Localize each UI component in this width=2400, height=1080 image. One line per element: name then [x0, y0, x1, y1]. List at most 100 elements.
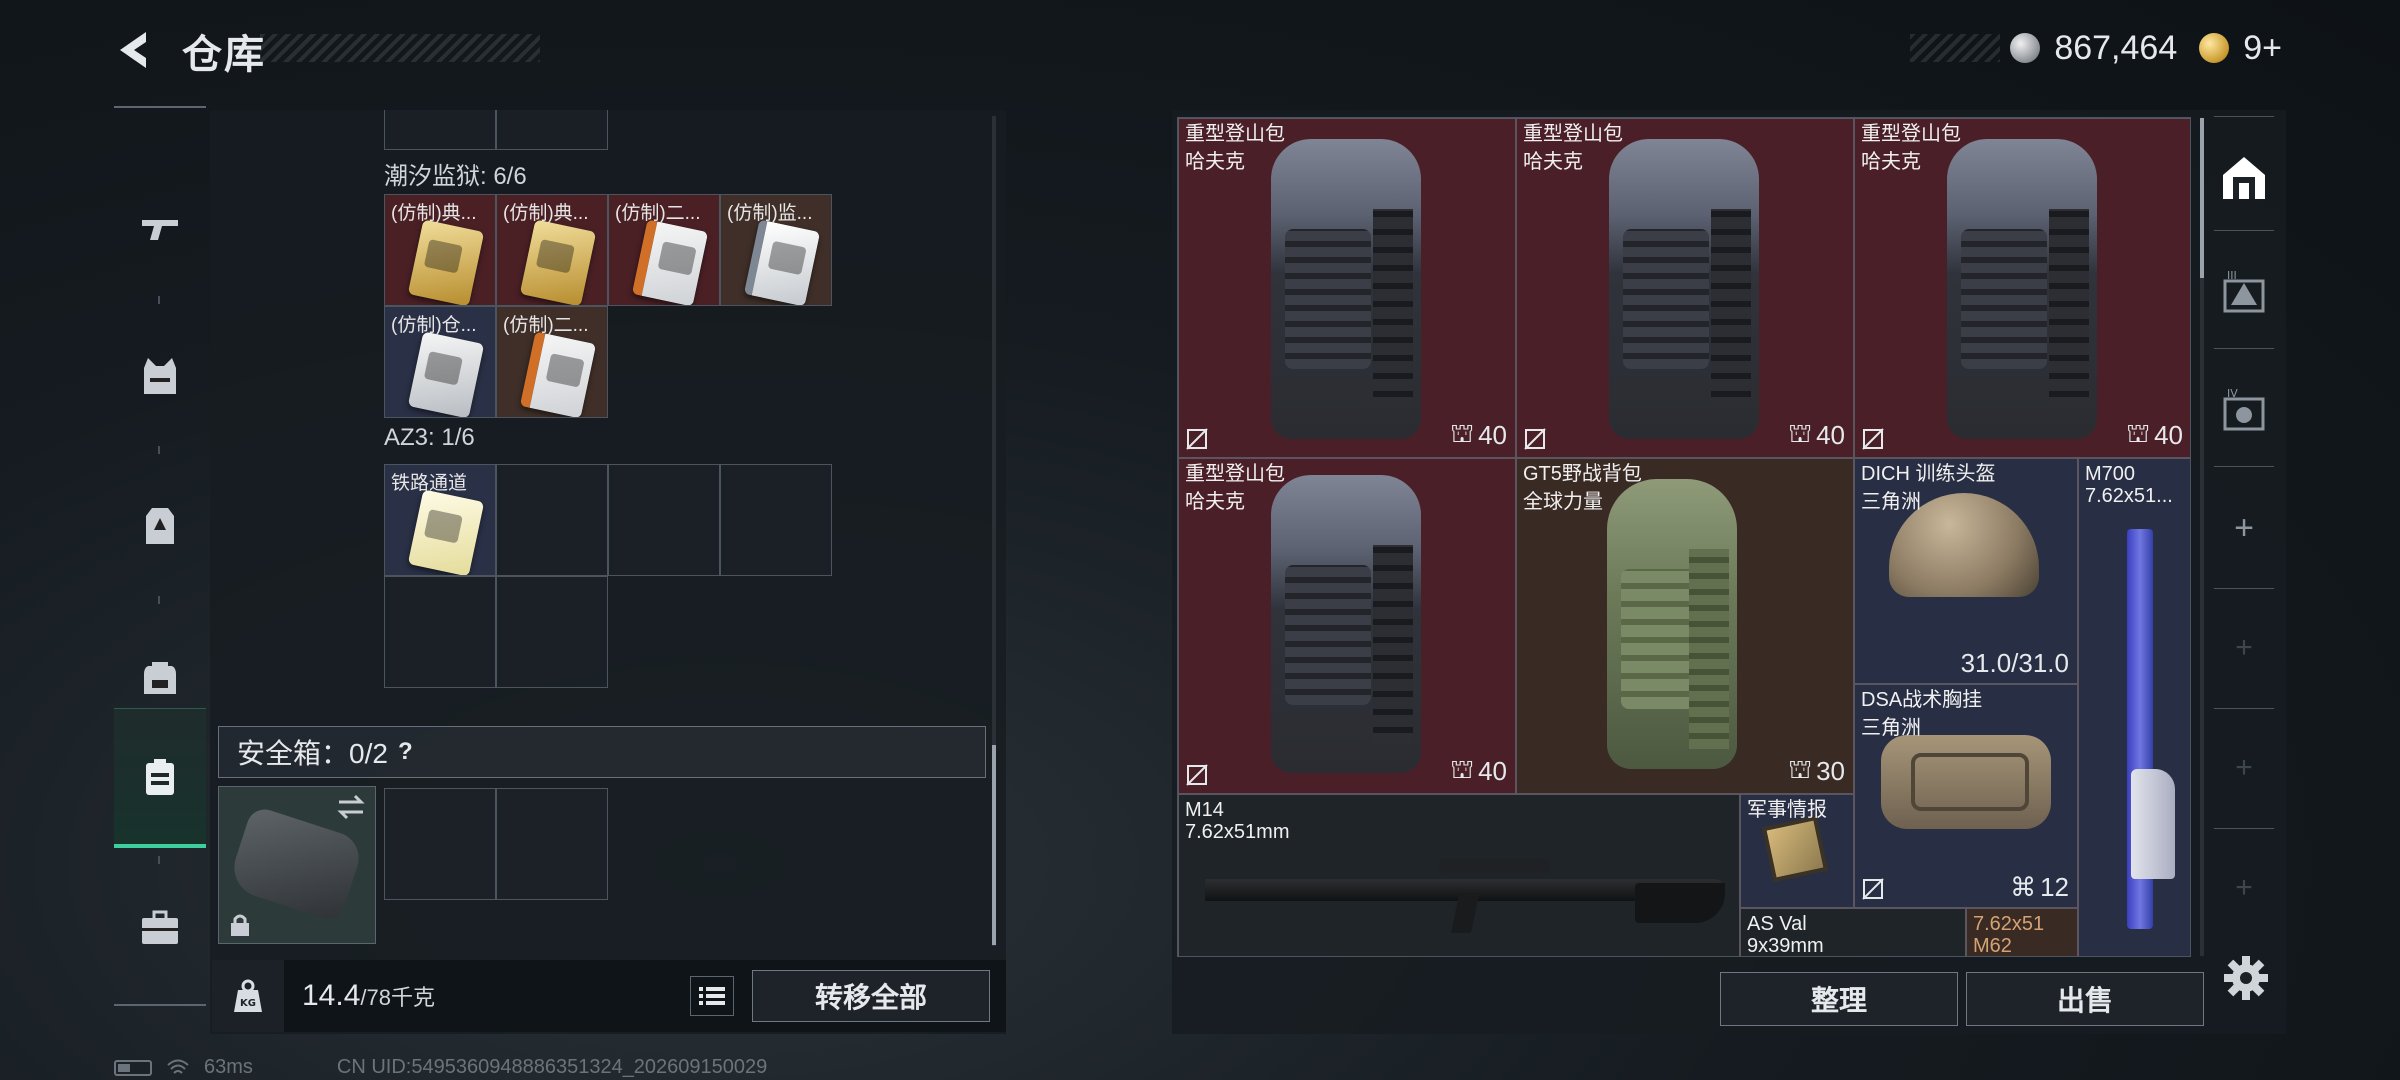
ping-value: 63ms — [204, 1056, 253, 1078]
weight-value: 14.4 — [302, 979, 361, 1012]
add-warehouse-button[interactable]: + — [2206, 468, 2282, 588]
capacity-icon: ⛫ — [1450, 754, 1475, 784]
no-trade-icon — [1186, 428, 1208, 450]
item-name: (仿制)二... — [503, 315, 589, 336]
scope-image — [1439, 859, 1549, 873]
backpack-image — [1271, 139, 1421, 439]
item-military-intel[interactable]: 军事情报 — [1740, 794, 1854, 908]
item-name: 铁路通道 — [391, 473, 468, 494]
transfer-all-button[interactable]: 转移全部 — [752, 970, 990, 1022]
rail-divider — [2214, 466, 2274, 467]
rail-divider — [2214, 116, 2274, 117]
key-card-slot[interactable]: (仿制)典... — [384, 194, 496, 306]
back-arrow-icon[interactable] — [112, 28, 156, 72]
rifle-image — [2127, 529, 2175, 929]
grid-slot — [384, 576, 496, 688]
armor-icon — [146, 508, 174, 544]
storage-rail: III IV + + + + — [2206, 108, 2282, 968]
capacity-badge: ⛫ 30 — [1788, 754, 1845, 789]
keycard-icon — [519, 219, 597, 305]
svg-text:KG: KG — [240, 998, 256, 1009]
rail-warehouse-main[interactable] — [2206, 118, 2282, 238]
sort-button[interactable]: 整理 — [1720, 972, 1958, 1026]
no-trade-icon — [1862, 428, 1884, 450]
nav-safebox[interactable] — [114, 708, 206, 848]
capacity-badge: ⌘ 12 — [2010, 872, 2069, 902]
capacity-icon: ⛫ — [2126, 418, 2151, 448]
rail-warehouse-3[interactable]: III — [2206, 232, 2282, 352]
list-view-button[interactable] — [690, 976, 734, 1016]
nav-bottom-line — [114, 1004, 206, 1006]
item-heavy-backpack[interactable]: 重型登山包 哈夫克 ⛫ 40 — [1178, 118, 1516, 458]
item-as-val[interactable]: AS Val 9x39mm — [1740, 908, 1966, 956]
grid-slot — [608, 464, 720, 576]
nav-armor[interactable] — [114, 456, 206, 596]
item-heavy-backpack[interactable]: 重型登山包 哈夫克 ⛫ 40 — [1854, 118, 2190, 458]
keycard-icon — [519, 331, 597, 417]
key-card-slot[interactable]: (仿制)二... — [608, 194, 720, 306]
nav-weapons[interactable] — [114, 158, 206, 298]
intel-image — [1761, 815, 1829, 883]
capacity-icon: ⛫ — [1788, 418, 1813, 448]
sell-button[interactable]: 出售 — [1966, 972, 2204, 1026]
battery-icon — [114, 1059, 152, 1076]
item-heavy-backpack[interactable]: 重型登山包 哈夫克 ⛫ 40 — [1178, 458, 1516, 794]
backpack-image — [1947, 139, 2097, 439]
safebox-icon — [146, 758, 174, 795]
swap-icon[interactable] — [335, 793, 367, 821]
item-m700-rifle[interactable]: M700 7.62x51... — [2078, 458, 2190, 956]
item-gt5-backpack[interactable]: GT5野战背包 全球力量 ⛫ 30 — [1516, 458, 1854, 794]
key-card-slot[interactable]: (仿制)监... — [720, 194, 832, 306]
item-m14-rifle[interactable]: M14 7.62x51mm — [1178, 794, 1740, 956]
no-trade-icon — [1186, 764, 1208, 786]
weight-bar: KG 14.4 /78千克 转移全部 — [212, 960, 1006, 1032]
keycard-icon — [407, 331, 485, 417]
weight-icon: KG — [234, 979, 262, 1012]
title-decoration — [260, 34, 540, 62]
item-name: (仿制)监... — [727, 203, 813, 224]
plus-icon: + — [2235, 631, 2253, 664]
weight-max: /78千克 — [360, 985, 435, 1010]
item-dich-helmet[interactable]: DICH 训练头盔 三角洲 31.0/31.0 — [1854, 458, 2078, 684]
lock-icon — [231, 914, 249, 936]
warehouse-4-icon: IV — [2223, 387, 2265, 431]
vest-capacity-icon: ⌘ — [2010, 872, 2037, 902]
safe-box-container[interactable] — [218, 786, 376, 944]
gear-icon[interactable] — [2220, 952, 2272, 1004]
vest-icon — [144, 358, 176, 394]
capacity-badge: ⛫ 40 — [1450, 418, 1507, 453]
item-heavy-backpack[interactable]: 重型登山包 哈夫克 ⛫ 40 — [1516, 118, 1854, 458]
nav-briefcase[interactable] — [114, 858, 206, 998]
rail-divider — [2214, 348, 2274, 349]
key-card-slot[interactable]: (仿制)二... — [496, 306, 608, 418]
key-card-slot[interactable]: 铁路通道 — [384, 464, 496, 576]
svg-text:III: III — [2227, 269, 2237, 282]
left-scroll-thumb[interactable] — [992, 745, 996, 945]
key-card-slot[interactable]: (仿制)典... — [496, 194, 608, 306]
user-uid: CN UID:5495360948886351324_202609150029 — [336, 1056, 768, 1078]
rail-divider — [2214, 230, 2274, 231]
grid-scroll-thumb[interactable] — [2200, 118, 2204, 278]
grid-slot — [384, 110, 496, 150]
item-name: (仿制)典... — [503, 203, 589, 224]
rail-warehouse-4[interactable]: IV — [2206, 350, 2282, 470]
item-name: (仿制)仓... — [391, 315, 477, 336]
keycard-icon — [743, 219, 821, 305]
item-ammo[interactable]: 7.62x51 M62 — [1966, 908, 2078, 956]
item-dsa-chest-rig[interactable]: DSA战术胸挂 三角洲 ⌘ 12 — [1854, 684, 2078, 908]
warehouse-3-icon: III — [2223, 269, 2265, 313]
list-icon — [699, 987, 725, 1005]
item-name: (仿制)二... — [615, 203, 701, 224]
warehouse-icon — [2223, 157, 2265, 199]
grid-slot — [496, 464, 608, 576]
plus-icon: + — [2234, 508, 2254, 547]
rifle-image — [1205, 879, 1725, 923]
grid-slot — [496, 110, 608, 150]
capacity-badge: ⛫ 40 — [1450, 754, 1507, 789]
key-card-slot[interactable]: (仿制)仓... — [384, 306, 496, 418]
help-button[interactable]: ? — [398, 738, 413, 766]
kg-badge: KG — [212, 960, 284, 1032]
capacity-icon: ⛫ — [1450, 418, 1475, 448]
nav-vest[interactable] — [114, 306, 206, 446]
briefcase-icon — [142, 910, 178, 944]
